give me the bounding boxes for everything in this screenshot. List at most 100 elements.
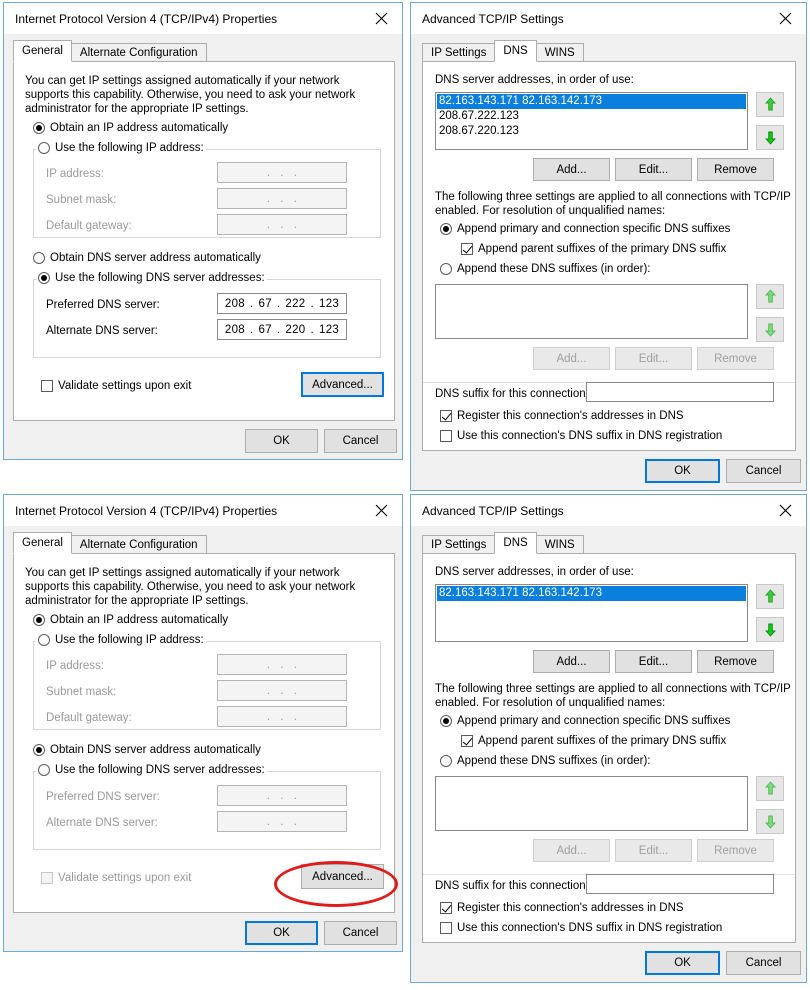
radio-obtain-dns-automatically[interactable]: Obtain DNS server address automatically xyxy=(33,252,261,264)
advanced-button[interactable]: Advanced... xyxy=(301,372,384,397)
tabstrip: IP Settings DNS WINS xyxy=(422,40,584,62)
tab-alternate-configuration[interactable]: Alternate Configuration xyxy=(70,535,207,554)
dns-suffix-input[interactable] xyxy=(586,874,774,894)
checkbox-box xyxy=(440,922,452,934)
checkbox-box xyxy=(440,430,452,442)
edit-dns-server-button[interactable]: Edit... xyxy=(615,158,692,181)
ip-address-field[interactable]: ... xyxy=(217,162,347,183)
add-dns-server-button[interactable]: Add... xyxy=(533,650,610,673)
dns-suffix-list[interactable] xyxy=(435,776,748,831)
checkbox-validate-settings[interactable]: Validate settings upon exit xyxy=(41,380,191,392)
radio-obtain-ip-automatically[interactable]: Obtain an IP address automatically xyxy=(33,122,228,134)
ok-button[interactable]: OK xyxy=(645,951,720,975)
advanced-button[interactable]: Advanced... xyxy=(301,864,384,889)
window-title: Internet Protocol Version 4 (TCP/IPv4) P… xyxy=(15,503,278,518)
ip-address-field[interactable]: ... xyxy=(217,654,347,675)
group-legend-bg: Use the following IP address: xyxy=(36,634,206,648)
tab-alternate-configuration[interactable]: Alternate Configuration xyxy=(70,43,207,62)
default-gateway-field[interactable]: ... xyxy=(217,706,347,727)
tab-wins[interactable]: WINS xyxy=(535,535,584,554)
suffix-move-down-button[interactable] xyxy=(756,317,784,342)
radio-dot xyxy=(38,634,50,646)
radio-dot xyxy=(33,614,45,626)
subnet-mask-field[interactable]: ... xyxy=(217,188,347,209)
suffix-move-down-button[interactable] xyxy=(756,809,784,834)
tab-ip-settings[interactable]: IP Settings xyxy=(422,43,496,62)
list-item[interactable]: 82.163.143.171 82.163.142.173 xyxy=(437,94,746,109)
radio-append-these-suffixes[interactable]: Append these DNS suffixes (in order): xyxy=(440,263,650,275)
ok-button[interactable]: OK xyxy=(245,921,318,945)
cancel-button[interactable]: Cancel xyxy=(726,951,801,975)
checkbox-append-parent-suffixes[interactable]: Append parent suffixes of the primary DN… xyxy=(461,243,726,255)
close-icon[interactable] xyxy=(360,496,402,526)
remove-dns-server-button[interactable]: Remove xyxy=(697,158,774,181)
arrow-up-icon xyxy=(764,97,776,111)
radio-append-primary-suffixes[interactable]: Append primary and connection specific D… xyxy=(440,715,730,727)
list-item[interactable]: 208.67.222.123 xyxy=(437,109,746,124)
dns-servers-label: DNS server addresses, in order of use: xyxy=(435,74,634,86)
radio-append-primary-suffixes[interactable]: Append primary and connection specific D… xyxy=(440,223,730,235)
move-down-button[interactable] xyxy=(756,617,784,642)
dns-suffix-input[interactable] xyxy=(586,382,774,402)
remove-dns-server-button[interactable]: Remove xyxy=(697,650,774,673)
dns-server-list[interactable]: 82.163.143.171 82.163.142.173 208.67.222… xyxy=(435,92,748,150)
arrow-down-icon xyxy=(764,623,776,637)
checkbox-use-suffix-registration[interactable]: Use this connection's DNS suffix in DNS … xyxy=(440,430,722,442)
checkbox-label: Use this connection's DNS suffix in DNS … xyxy=(457,430,723,442)
default-gateway-field[interactable]: ... xyxy=(217,214,347,235)
list-item[interactable]: 208.67.220.123 xyxy=(437,124,746,139)
checkbox-append-parent-suffixes[interactable]: Append parent suffixes of the primary DN… xyxy=(461,735,726,747)
group-legend-bg: Use the following IP address: xyxy=(36,142,206,156)
checkbox-validate-settings[interactable]: Validate settings upon exit xyxy=(41,872,191,884)
add-dns-server-button[interactable]: Add... xyxy=(533,158,610,181)
preferred-dns-field[interactable]: ... xyxy=(217,785,347,806)
cancel-button[interactable]: Cancel xyxy=(324,429,397,453)
octet-2: 67 xyxy=(258,323,272,336)
cancel-button[interactable]: Cancel xyxy=(324,921,397,945)
radio-label: Obtain an IP address automatically xyxy=(50,122,229,134)
checkbox-use-suffix-registration[interactable]: Use this connection's DNS suffix in DNS … xyxy=(440,922,722,934)
checkbox-register-addresses[interactable]: Register this connection's addresses in … xyxy=(440,410,684,422)
move-down-button[interactable] xyxy=(756,125,784,150)
radio-obtain-ip-automatically[interactable]: Obtain an IP address automatically xyxy=(33,614,228,626)
list-item[interactable]: 82.163.143.171 82.163.142.173 xyxy=(437,586,746,601)
radio-dot xyxy=(33,744,45,756)
alternate-dns-field[interactable]: 208. 67. 220. 123 xyxy=(217,319,347,340)
checkbox-label: Validate settings upon exit xyxy=(58,872,192,884)
close-icon[interactable] xyxy=(360,4,402,34)
tab-dns[interactable]: DNS xyxy=(494,40,537,62)
advanced-tcpip-settings-dialog-bottom-right: Advanced TCP/IP Settings IP Settings DNS… xyxy=(410,494,807,983)
radio-append-these-suffixes[interactable]: Append these DNS suffixes (in order): xyxy=(440,755,650,767)
arrow-up-icon xyxy=(764,589,776,603)
tab-wins[interactable]: WINS xyxy=(535,43,584,62)
ok-button[interactable]: OK xyxy=(245,429,318,453)
ok-button[interactable]: OK xyxy=(645,459,720,483)
radio-use-following-ip[interactable]: Use the following IP address: xyxy=(38,142,204,154)
checkbox-box xyxy=(440,902,452,914)
radio-use-following-ip[interactable]: Use the following IP address: xyxy=(38,634,204,646)
tab-dns[interactable]: DNS xyxy=(494,532,537,554)
alternate-dns-field[interactable]: ... xyxy=(217,811,347,832)
close-icon[interactable] xyxy=(764,496,806,526)
edit-dns-server-button[interactable]: Edit... xyxy=(615,650,692,673)
radio-label: Obtain DNS server address automatically xyxy=(50,252,261,264)
radio-obtain-dns-automatically[interactable]: Obtain DNS server address automatically xyxy=(33,744,261,756)
subnet-mask-field[interactable]: ... xyxy=(217,680,347,701)
cancel-button[interactable]: Cancel xyxy=(726,459,801,483)
tab-general[interactable]: General xyxy=(13,532,72,554)
radio-use-following-dns[interactable]: Use the following DNS server addresses: xyxy=(38,764,265,776)
tab-general[interactable]: General xyxy=(13,40,72,62)
move-up-button[interactable] xyxy=(756,584,784,609)
tab-ip-settings[interactable]: IP Settings xyxy=(422,535,496,554)
checkbox-register-addresses[interactable]: Register this connection's addresses in … xyxy=(440,902,684,914)
move-up-button[interactable] xyxy=(756,92,784,117)
suffix-move-up-button[interactable] xyxy=(756,284,784,309)
dns-suffix-list[interactable] xyxy=(435,284,748,339)
close-icon[interactable] xyxy=(764,4,806,34)
radio-label: Append primary and connection specific D… xyxy=(457,223,731,235)
preferred-dns-field[interactable]: 208. 67. 222. 123 xyxy=(217,293,347,314)
dns-server-list[interactable]: 82.163.143.171 82.163.142.173 xyxy=(435,584,748,642)
suffix-move-up-button[interactable] xyxy=(756,776,784,801)
radio-use-following-dns[interactable]: Use the following DNS server addresses: xyxy=(38,272,265,284)
description-text: You can get IP settings assigned automat… xyxy=(25,567,356,607)
